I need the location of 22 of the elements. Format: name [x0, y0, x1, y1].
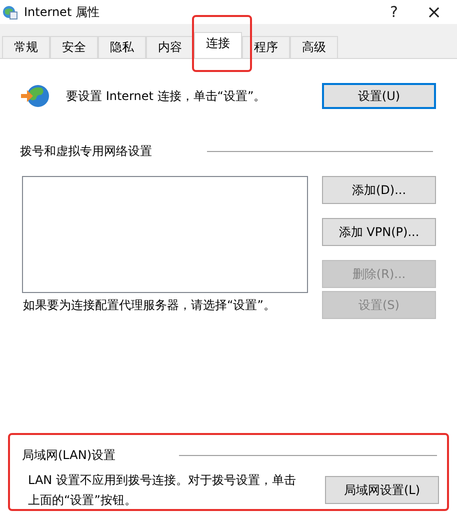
tab[interactable]: 连接 [194, 32, 242, 58]
app-icon [2, 4, 18, 20]
tab[interactable]: 内容 [146, 36, 194, 58]
button[interactable]: 局域网设置(L) [325, 476, 439, 504]
section-heading: 拨号和虚拟专用网络设置 [20, 143, 152, 160]
section-heading: 局域网(LAN)设置 [22, 447, 116, 464]
help-button[interactable]: ? [377, 1, 411, 23]
connection-list[interactable] [22, 176, 308, 293]
tab[interactable]: 程序 [242, 36, 290, 58]
globe-icon [20, 82, 50, 110]
instruction-text: 要设置 Internet 连接，单击“设置”。 [66, 88, 267, 104]
tab[interactable]: 高级 [290, 36, 338, 58]
window-title: Internet 属性 [24, 4, 100, 20]
lan-description: LAN 设置不应用到拨号连接。对于拨号设置，单击上面的“设置”按钮。 [28, 472, 297, 509]
tab[interactable]: 安全 [50, 36, 98, 58]
tab[interactable]: 常规 [2, 36, 50, 58]
close-button[interactable]: × [411, 1, 457, 23]
button[interactable]: 添加(D)... [322, 176, 436, 204]
button[interactable]: 设置(U) [322, 83, 436, 109]
button[interactable]: 添加 VPN(P)... [322, 218, 436, 246]
tab[interactable]: 隐私 [98, 36, 146, 58]
proxy-text: 如果要为连接配置代理服务器，请选择“设置”。 [23, 296, 276, 314]
